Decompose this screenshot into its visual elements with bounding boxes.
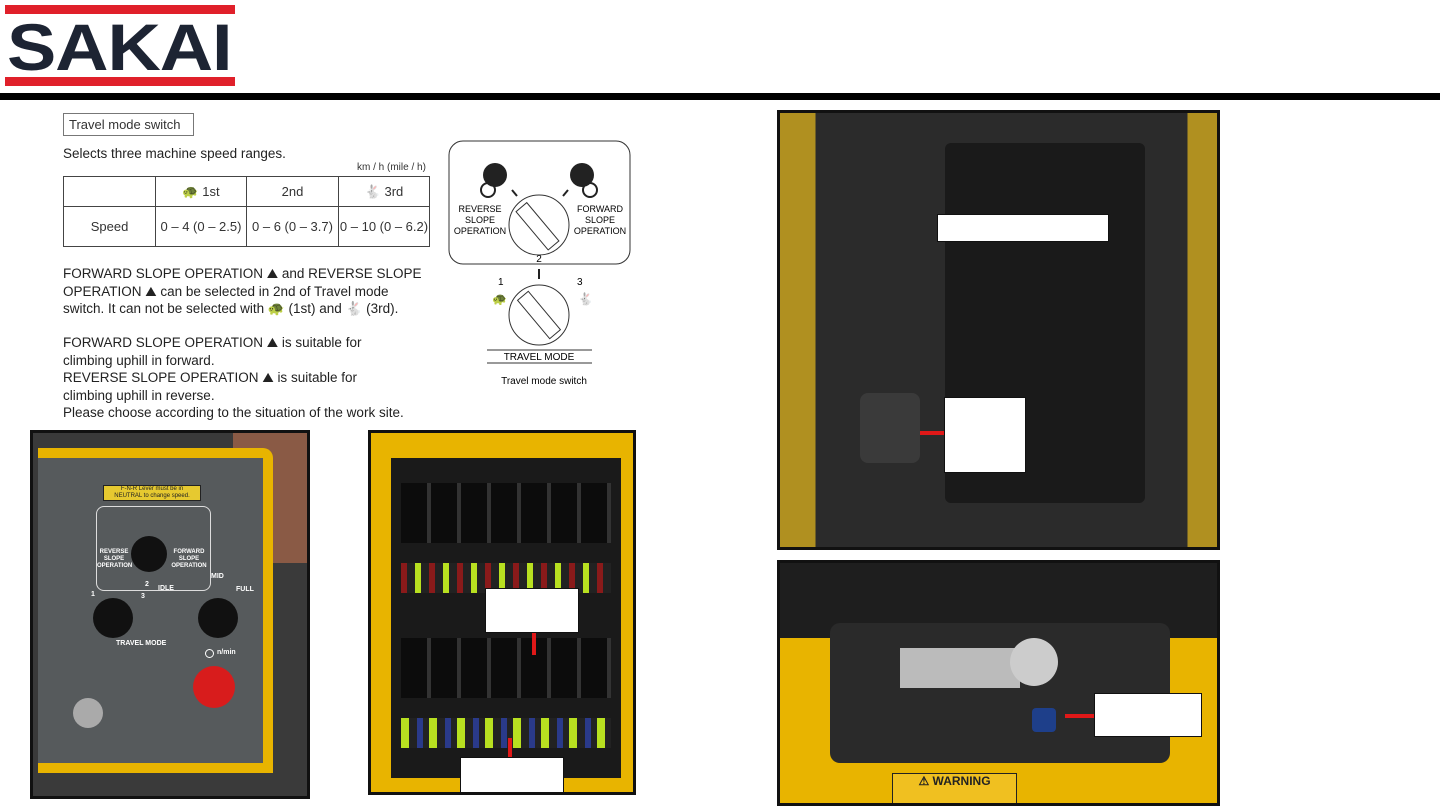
travel-mode-label: TRAVEL MODE [116, 640, 167, 647]
forward-slope-icon [570, 163, 598, 198]
red-arrow [920, 431, 944, 435]
parking-brake-button[interactable] [193, 666, 235, 708]
position-2: 2 [536, 254, 542, 265]
position-3-label: 3 [141, 593, 145, 600]
speed-table: 🐢 1st 2nd 🐇 3rd Speed 0 – 4 (0 – 2.5) 0 … [63, 176, 430, 247]
units-label: km / h (mile / h) [357, 162, 426, 173]
logo-text: SAKAI [7, 10, 233, 84]
text: Please choose according to the situation… [63, 405, 404, 420]
travel-mode-knob[interactable] [93, 598, 133, 638]
throttle-knob[interactable] [198, 598, 238, 638]
text: FORWARD SLOPE OPERATION [63, 266, 264, 281]
text: and REVERSE SLOPE [281, 266, 422, 281]
forward-slope-label: FORWARD SLOPE OPERATION [171, 549, 207, 569]
ignition-key[interactable] [73, 698, 103, 728]
text: climbing uphill in reverse. [63, 387, 215, 403]
rpm-label: n/min [217, 649, 236, 656]
red-arrow [1065, 714, 1094, 718]
control-panel-photo: F-N-R Lever must be in NEUTRAL to change … [30, 430, 310, 799]
idle-label: IDLE [158, 585, 174, 592]
rabbit-icon: 🐇 [364, 183, 381, 199]
forward-label: SLOPE [585, 215, 615, 225]
header-1st: 🐢 1st [155, 176, 247, 207]
intro-text: Selects three machine speed ranges. [63, 146, 286, 161]
text: climbing uphill in forward. [63, 352, 215, 368]
reverse-label: SLOPE [465, 215, 495, 225]
hydraulic-valve-photo [777, 110, 1220, 550]
text: (1st) and [288, 301, 342, 316]
header-rule [0, 93, 1440, 100]
callout-box [1094, 693, 1202, 737]
travel-mode-label: TRAVEL MODE [504, 352, 575, 363]
warning-icon: ⚠ [918, 774, 930, 788]
reverse-slope-icon: ⛰ [145, 283, 157, 299]
text: REVERSE SLOPE OPERATION [63, 370, 259, 385]
reverse-label: REVERSE [458, 204, 501, 214]
forward-slope-icon: ⛰ [266, 335, 279, 350]
cell: 0 – 4 (0 – 2.5) [155, 206, 247, 247]
full-label: FULL [236, 586, 254, 593]
forward-slope-icon: ⛰ [266, 266, 279, 281]
position-1: 1 [498, 277, 504, 288]
text: switch. It can not be selected with [63, 301, 265, 316]
section-title: Travel mode switch [63, 113, 194, 136]
fuse-box-photo [368, 430, 636, 795]
text: (3rd). [366, 301, 399, 316]
engine-speed-icon [205, 649, 214, 658]
red-arrow [532, 633, 536, 655]
position-2-label: 2 [145, 581, 149, 588]
sakai-logo: SAKAI [5, 5, 235, 87]
cell: Speed [63, 206, 156, 247]
callout-box [937, 214, 1109, 242]
text: OPERATION [63, 283, 142, 299]
text: FORWARD SLOPE OPERATION [63, 335, 264, 350]
mid-label: MID [211, 573, 224, 580]
table-row: Speed 0 – 4 (0 – 2.5) 0 – 6 (0 – 3.7) 0 … [63, 206, 430, 247]
reverse-slope-icon: ⛰ [262, 370, 274, 385]
callout-box [944, 397, 1026, 473]
text: is suitable for [281, 335, 362, 350]
rabbit-icon: 🐇 [345, 301, 363, 316]
reverse-slope-label: REVERSE SLOPE OPERATION [97, 549, 133, 569]
callout-box [460, 757, 564, 792]
turtle-icon: 🐢 [267, 301, 285, 316]
cell: 0 – 10 (0 – 6.2) [338, 206, 430, 247]
speed-warning-sticker: F-N-R Lever must be in NEUTRAL to change … [103, 485, 201, 501]
slope-knob[interactable] [131, 536, 167, 572]
paragraph-1: FORWARD SLOPE OPERATION ⛰ and REVERSE SL… [63, 265, 453, 318]
header-3rd: 🐇 3rd [338, 176, 430, 207]
position-1-label: 1 [91, 591, 95, 598]
table-header-row: 🐢 1st 2nd 🐇 3rd [63, 176, 430, 207]
reverse-slope-icon [480, 163, 507, 198]
header-2nd: 2nd [246, 176, 339, 207]
forward-label: OPERATION [574, 226, 626, 236]
unloader-valve-photo: ⚠ WARNING [777, 560, 1220, 806]
diagram-caption: Travel mode switch [501, 376, 587, 387]
forward-label: FORWARD [577, 204, 623, 214]
travel-mode-diagram: REVERSE SLOPE OPERATION FORWARD SLOPE OP… [448, 140, 631, 387]
text: can be selected in 2nd of Travel mode [160, 283, 389, 299]
turtle-icon: 🐢 [492, 292, 507, 306]
text: is suitable for [277, 370, 357, 385]
turtle-icon: 🐢 [182, 183, 199, 199]
position-3: 3 [577, 277, 583, 288]
paragraph-2: FORWARD SLOPE OPERATION ⛰ is suitable fo… [63, 334, 453, 422]
rabbit-icon: 🐇 [578, 292, 593, 306]
callout-box [485, 588, 579, 633]
cell: 0 – 6 (0 – 3.7) [246, 206, 339, 247]
warning-label: ⚠ WARNING [892, 773, 1017, 803]
reverse-label: OPERATION [454, 226, 506, 236]
